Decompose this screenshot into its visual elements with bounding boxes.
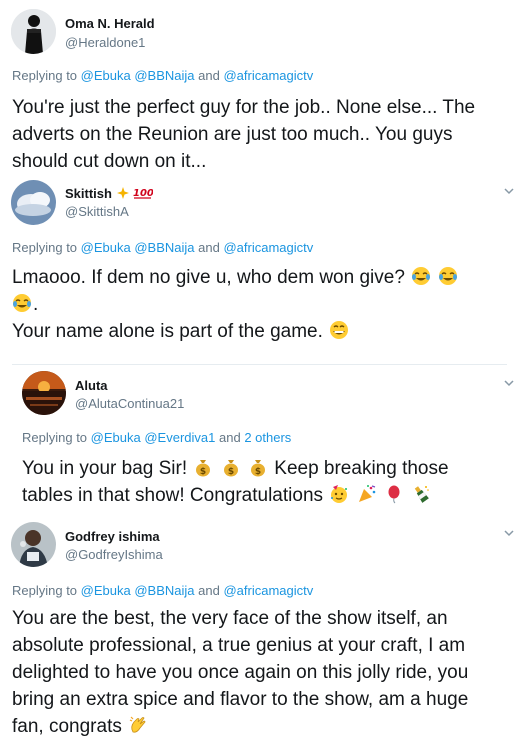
tweet-4: Godfrey ishima @GodfreyIshima Replying t… [0,516,519,747]
grinning-emoji-icon [330,321,349,339]
tears-of-joy-emoji-icon [412,267,431,285]
tweet-body-text: You in your bag Sir! [22,458,188,479]
reply-mentions[interactable]: @Ebuka @BBNaija [81,240,195,255]
sunset-photo-avatar-icon [22,371,66,415]
svg-text:$: $ [255,467,261,477]
cloud-photo-avatar-icon [11,180,56,225]
replying-and: and [218,430,241,445]
svg-text:$: $ [200,467,206,477]
person-photo-avatar-icon [11,522,56,567]
tweet-body-text: fan, congrats [12,716,122,737]
chevron-down-icon[interactable] [502,526,516,540]
tears-of-joy-emoji-icon [13,294,31,312]
clapping-hands-emoji-icon [129,716,146,733]
avatar[interactable] [11,522,56,567]
tweet-body-line: You are the best, the very face of the s… [12,608,448,629]
replying-and: and [198,583,220,598]
replying-to: Replying to @Ebuka @BBNaija and @africam… [12,68,313,83]
user-handle[interactable]: @GodfreyIshima [65,547,163,562]
reply-mention-last[interactable]: 2 others [244,430,291,445]
tweet-body: You in your bag Sir! $ $ $ Keep breaking… [22,455,517,509]
display-name[interactable]: Skittish 100 [65,186,153,201]
reply-mention-last[interactable]: @africamagictv [223,240,313,255]
tweet-body-line: delighted to have you once again on this… [12,662,469,683]
reply-mention-last[interactable]: @africamagictv [223,68,313,83]
tweet-body-line: . [12,291,517,318]
tweet-3: Aluta @AlutaContinua21 Replying to @Ebuk… [0,366,519,516]
balloon-emoji-icon [388,485,400,504]
tweet-body: You're just the perfect guy for the job.… [12,94,517,175]
separator [12,364,507,365]
money-bag-emoji-icon: $ [223,460,238,477]
replying-prefix: Replying to [12,583,78,598]
tweet-body-line: should cut down on it... [12,151,207,172]
user-handle[interactable]: @AlutaContinua21 [75,396,184,411]
svg-text:100: 100 [133,188,153,199]
avatar[interactable] [22,371,66,415]
tweet-body-line: Your name alone is part of the game. [12,318,517,345]
chevron-down-icon[interactable] [502,376,516,390]
tweet-2: Skittish 100 @SkittishA Replying to @Ebu… [0,176,519,366]
tweet-body-text: Your name alone is part of the game. [12,321,323,342]
avatar[interactable] [11,180,56,225]
tears-of-joy-emoji-icon [439,267,458,285]
sparkle-star-icon [116,187,129,199]
money-bag-emoji-icon: $ [196,460,211,477]
replying-prefix: Replying to [12,240,78,255]
person-silhouette-avatar-icon [11,9,56,54]
tweet-body-text: Keep breaking those [274,458,449,479]
svg-text:$: $ [228,467,234,477]
tweet-1: Oma N. Herald @Heraldone1 Replying to @E… [0,0,519,176]
tweet-body-line: absolute professional, a true genius at … [12,635,466,656]
user-handle[interactable]: @Heraldone1 [65,35,145,50]
party-face-emoji-icon [331,485,348,503]
replying-prefix: Replying to [22,430,88,445]
tweet-body-line: fan, congrats [12,713,517,740]
replying-to: Replying to @Ebuka @BBNaija and @africam… [12,583,313,598]
avatar[interactable] [11,9,56,54]
tweet-body-text: Lmaooo. If dem no give u, who dem won gi… [12,267,405,288]
replying-and: and [198,240,220,255]
replying-and: and [198,68,220,83]
tweet-body-line: Lmaooo. If dem no give u, who dem won gi… [12,264,517,291]
replying-to: Replying to @Ebuka @Everdiva1 and 2 othe… [22,430,291,445]
reply-mentions[interactable]: @Ebuka @BBNaija [81,68,195,83]
reply-mention-last[interactable]: @africamagictv [223,583,313,598]
reply-mentions[interactable]: @Ebuka @Everdiva1 [91,430,216,445]
hundred-points-icon: 100 [133,188,153,199]
party-popper-emoji-icon [358,485,375,502]
display-name-text: Skittish [65,186,112,201]
tweet-body-line: You in your bag Sir! $ $ $ Keep breaking… [22,455,517,482]
reply-mentions[interactable]: @Ebuka @BBNaija [81,583,195,598]
display-name[interactable]: Aluta [75,378,108,393]
tweet-body-line: adverts on the Reunion are just too much… [12,124,453,145]
display-name[interactable]: Godfrey ishima [65,529,160,544]
tweet-body-text: tables in that show! Congratulations [22,485,324,506]
money-bag-emoji-icon: $ [250,460,265,477]
chevron-down-icon[interactable] [502,184,516,198]
tweet-body-text: . [33,294,39,315]
display-name[interactable]: Oma N. Herald [65,16,155,31]
tweet-body-line: You're just the perfect guy for the job.… [12,97,476,118]
replying-prefix: Replying to [12,68,78,83]
tweet-body-line: bring an extra spice and flavor to the s… [12,689,469,710]
tweet-body: Lmaooo. If dem no give u, who dem won gi… [12,264,517,345]
user-handle[interactable]: @SkittishA [65,204,129,219]
tweet-body-line: tables in that show! Congratulations [22,482,517,509]
replying-to: Replying to @Ebuka @BBNaija and @africam… [12,240,313,255]
champagne-bottle-emoji-icon [414,486,430,503]
tweet-body: You are the best, the very face of the s… [12,605,517,740]
